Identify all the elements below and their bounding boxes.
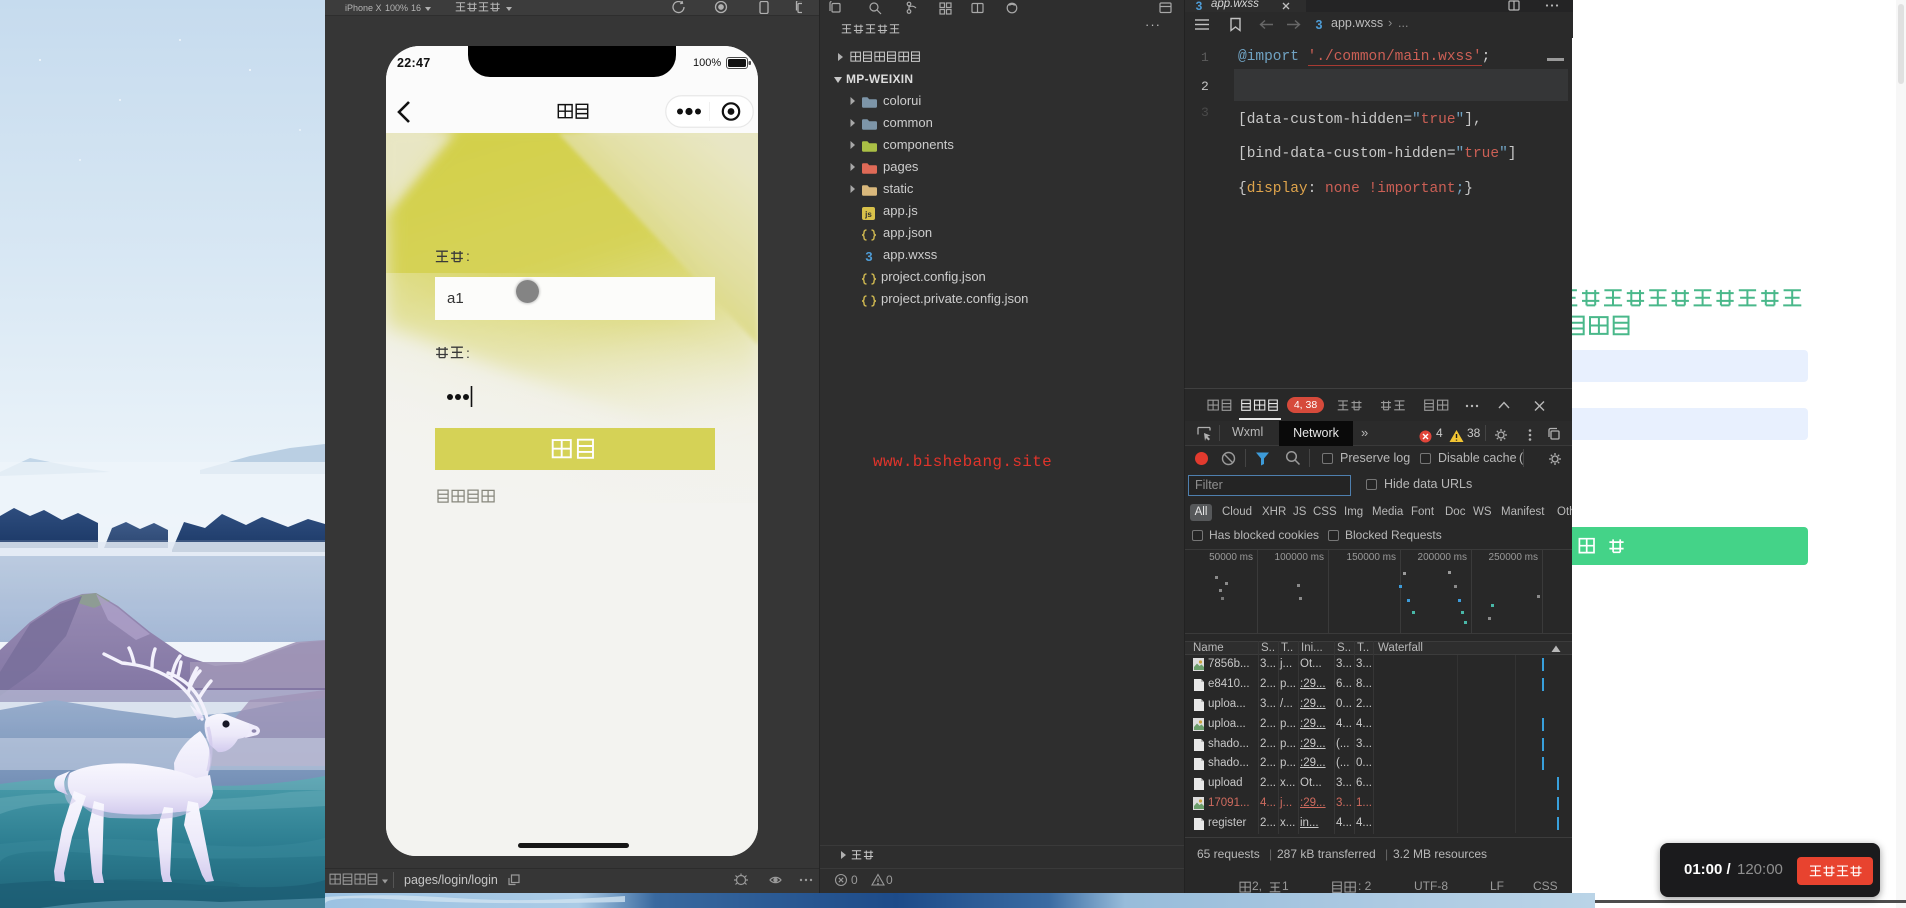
svg-text:3: 3 [865,250,872,263]
svg-text:3: 3 [1316,18,1323,31]
svg-text:3: 3 [1196,0,1203,12]
svg-text:js: js [864,210,872,219]
